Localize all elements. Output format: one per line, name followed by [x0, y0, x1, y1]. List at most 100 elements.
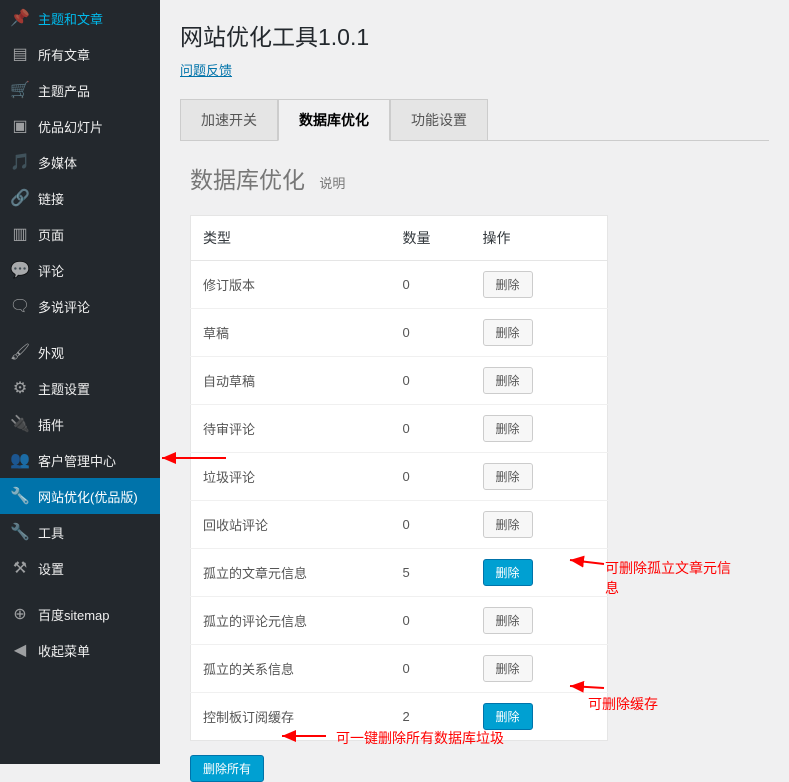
- row-count: 0: [391, 645, 471, 693]
- row-type: 回收站评论: [191, 501, 391, 549]
- row-action-cell: 删除: [471, 501, 608, 549]
- row-count: 5: [391, 549, 471, 597]
- sidebar-item-settings[interactable]: ⚒设置: [0, 550, 160, 586]
- sidebar-item-theme-settings[interactable]: ⚙主题设置: [0, 370, 160, 406]
- page-icon: ▥: [10, 224, 30, 244]
- sidebar-item-media[interactable]: 🎵多媒体: [0, 144, 160, 180]
- row-type: 孤立的评论元信息: [191, 597, 391, 645]
- row-count: 0: [391, 501, 471, 549]
- table-header-count: 数量: [391, 216, 471, 261]
- delete-button[interactable]: 删除: [483, 655, 533, 682]
- sidebar-item-pages[interactable]: ▥页面: [0, 216, 160, 252]
- delete-button[interactable]: 删除: [483, 271, 533, 298]
- row-action-cell: 删除: [471, 597, 608, 645]
- slide-icon: ▣: [10, 116, 30, 136]
- sidebar-item-plugins[interactable]: 🔌插件: [0, 406, 160, 442]
- tab-function-settings[interactable]: 功能设置: [390, 99, 488, 141]
- sidebar-item-comments[interactable]: 💬评论: [0, 252, 160, 288]
- row-count: 0: [391, 597, 471, 645]
- sidebar-item-theme-products[interactable]: 🛒主题产品: [0, 72, 160, 108]
- delete-button[interactable]: 删除: [483, 607, 533, 634]
- row-type: 待审评论: [191, 405, 391, 453]
- row-action-cell: 删除: [471, 645, 608, 693]
- sidebar-item-themes-posts[interactable]: 📌主题和文章: [0, 0, 160, 36]
- row-type: 控制板订阅缓存: [191, 693, 391, 741]
- tab-db-optimize[interactable]: 数据库优化: [278, 99, 390, 141]
- admin-sidebar: 📌主题和文章 ▤所有文章 🛒主题产品 ▣优品幻灯片 🎵多媒体 🔗链接 ▥页面 💬…: [0, 0, 160, 764]
- sliders-icon: ⚒: [10, 558, 30, 578]
- row-count: 2: [391, 693, 471, 741]
- tab-accelerate[interactable]: 加速开关: [180, 99, 278, 141]
- delete-button[interactable]: 删除: [483, 511, 533, 538]
- table-row: 草稿0 删除: [191, 309, 608, 357]
- sidebar-item-collapse[interactable]: ◀收起菜单: [0, 632, 160, 668]
- chat-icon: 🗨: [10, 296, 30, 316]
- row-type: 自动草稿: [191, 357, 391, 405]
- sidebar-item-appearance[interactable]: 🖌外观: [0, 334, 160, 370]
- row-action-cell: 删除: [471, 309, 608, 357]
- delete-button[interactable]: 删除: [483, 319, 533, 346]
- tab-bar: 加速开关 数据库优化 功能设置: [180, 99, 769, 141]
- users-icon: 👥: [10, 450, 30, 470]
- table-row: 孤立的评论元信息0 删除: [191, 597, 608, 645]
- wrench-icon: 🔧: [10, 486, 30, 506]
- delete-button[interactable]: 删除: [483, 415, 533, 442]
- sidebar-item-duoshuo[interactable]: 🗨多说评论: [0, 288, 160, 324]
- row-action-cell: 删除: [471, 693, 608, 741]
- db-optimize-table: 类型 数量 操作 修订版本0删除草稿0删除自动草稿0删除待审评论0删除垃圾评论0…: [190, 215, 608, 741]
- sidebar-item-all-posts[interactable]: ▤所有文章: [0, 36, 160, 72]
- plugin-icon: 🔌: [10, 414, 30, 434]
- delete-button[interactable]: 删除: [483, 463, 533, 490]
- sidebar-item-links[interactable]: 🔗链接: [0, 180, 160, 216]
- sidebar-item-customer-center[interactable]: 👥客户管理中心: [0, 442, 160, 478]
- table-row: 孤立的文章元信息5 删除: [191, 549, 608, 597]
- delete-all-button[interactable]: 删除所有: [190, 755, 264, 782]
- table-row: 修订版本0 删除: [191, 261, 608, 309]
- table-row: 孤立的关系信息0 删除: [191, 645, 608, 693]
- baidu-icon: ⊕: [10, 604, 30, 624]
- table-row: 控制板订阅缓存2 删除: [191, 693, 608, 741]
- sidebar-item-baidu-sitemap[interactable]: ⊕百度sitemap: [0, 596, 160, 632]
- pin-icon: 📌: [10, 8, 30, 28]
- row-type: 草稿: [191, 309, 391, 357]
- row-type: 修订版本: [191, 261, 391, 309]
- main-content: 网站优化工具1.0.1 问题反馈 加速开关 数据库优化 功能设置 数据库优化 说…: [160, 0, 789, 764]
- row-type: 孤立的文章元信息: [191, 549, 391, 597]
- row-count: 0: [391, 453, 471, 501]
- sidebar-item-slides[interactable]: ▣优品幻灯片: [0, 108, 160, 144]
- table-row: 垃圾评论0 删除: [191, 453, 608, 501]
- page-title: 网站优化工具1.0.1: [180, 0, 769, 60]
- row-type: 孤立的关系信息: [191, 645, 391, 693]
- table-header-type: 类型: [191, 216, 391, 261]
- cart-icon: 🛒: [10, 80, 30, 100]
- sidebar-item-tools[interactable]: 🔧工具: [0, 514, 160, 550]
- table-row: 自动草稿0 删除: [191, 357, 608, 405]
- row-type: 垃圾评论: [191, 453, 391, 501]
- section-title: 数据库优化 说明: [190, 161, 769, 195]
- table-row: 待审评论0 删除: [191, 405, 608, 453]
- collapse-icon: ◀: [10, 640, 30, 660]
- row-count: 0: [391, 309, 471, 357]
- sidebar-item-site-optimize[interactable]: 🔧网站优化(优品版): [0, 478, 160, 514]
- row-action-cell: 删除: [471, 261, 608, 309]
- gear-icon: ⚙: [10, 378, 30, 398]
- row-count: 0: [391, 405, 471, 453]
- row-action-cell: 删除: [471, 405, 608, 453]
- feedback-link[interactable]: 问题反馈: [180, 60, 232, 79]
- delete-button[interactable]: 删除: [483, 703, 533, 730]
- list-icon: ▤: [10, 44, 30, 64]
- delete-button[interactable]: 删除: [483, 559, 533, 586]
- table-row: 回收站评论0 删除: [191, 501, 608, 549]
- delete-button[interactable]: 删除: [483, 367, 533, 394]
- row-count: 0: [391, 357, 471, 405]
- wrench2-icon: 🔧: [10, 522, 30, 542]
- row-action-cell: 删除: [471, 357, 608, 405]
- comment-icon: 💬: [10, 260, 30, 280]
- link-icon: 🔗: [10, 188, 30, 208]
- brush-icon: 🖌: [10, 342, 30, 362]
- row-count: 0: [391, 261, 471, 309]
- section-hint[interactable]: 说明: [319, 176, 345, 191]
- row-action-cell: 删除: [471, 549, 608, 597]
- row-action-cell: 删除: [471, 453, 608, 501]
- table-header-action: 操作: [471, 216, 608, 261]
